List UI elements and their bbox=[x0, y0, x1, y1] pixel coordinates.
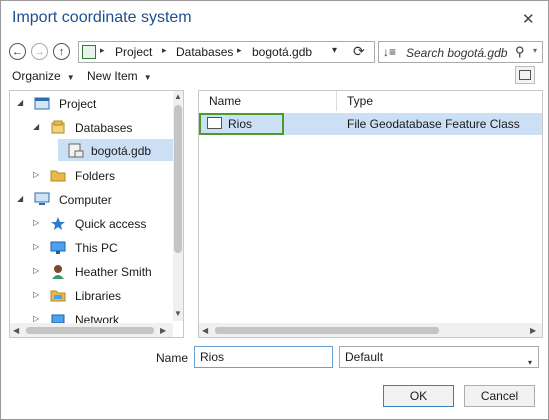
files-horizontal-scrollbar[interactable]: ◀ ▶ bbox=[199, 323, 542, 337]
search-input[interactable]: Search bogotá.gdb bbox=[406, 46, 507, 60]
file-type: File Geodatabase Feature Class bbox=[347, 117, 520, 131]
navigation-tree: ◢ Project ◢ Databases bogotá.gdb ▷ Folde… bbox=[9, 90, 184, 338]
chevron-down-icon[interactable]: ▾ bbox=[533, 46, 537, 55]
tree-item-bogota-gdb[interactable]: bogotá.gdb bbox=[58, 139, 173, 161]
tree-item-label: This PC bbox=[75, 241, 118, 255]
collapsed-arrow-icon[interactable]: ▷ bbox=[33, 218, 39, 227]
monitor-icon bbox=[50, 240, 66, 255]
scroll-down-icon[interactable]: ▼ bbox=[174, 309, 182, 318]
tree-item-label: Libraries bbox=[75, 289, 122, 303]
user-icon bbox=[50, 264, 66, 279]
file-name: Rios bbox=[228, 117, 253, 131]
tree-item-this-pc[interactable]: ▷ This PC bbox=[10, 237, 175, 259]
tree-item-label: Quick access bbox=[75, 217, 147, 231]
collapsed-arrow-icon[interactable]: ▷ bbox=[33, 170, 39, 179]
breadcrumb-project[interactable]: Project bbox=[115, 45, 152, 59]
project-icon bbox=[34, 96, 50, 111]
organize-menu[interactable]: Organize ▼ bbox=[12, 69, 75, 83]
caret-down-icon: ▼ bbox=[143, 73, 152, 82]
computer-icon bbox=[34, 192, 50, 207]
tree-horizontal-scrollbar[interactable]: ◀ ▶ bbox=[10, 323, 173, 337]
forward-arrow-icon[interactable]: → bbox=[31, 43, 48, 60]
libraries-icon bbox=[50, 288, 66, 303]
type-select[interactable]: Default ▾ bbox=[339, 346, 539, 368]
tree-item-folders[interactable]: ▷ Folders bbox=[10, 165, 175, 187]
scrollbar-thumb[interactable] bbox=[26, 327, 154, 334]
toolbar: Organize ▼ New Item ▼ bbox=[12, 66, 540, 87]
tree-item-computer[interactable]: ◢ Computer bbox=[10, 189, 175, 211]
type-select-value: Default bbox=[345, 350, 384, 364]
search-icon[interactable]: ⚲ bbox=[515, 44, 525, 60]
organize-label: Organize bbox=[12, 69, 61, 83]
scroll-right-icon[interactable]: ▶ bbox=[160, 326, 166, 335]
column-header-type[interactable]: Type bbox=[337, 91, 542, 111]
scroll-up-icon[interactable]: ▲ bbox=[174, 92, 182, 101]
collapsed-arrow-icon[interactable]: ▷ bbox=[33, 242, 39, 251]
expanded-arrow-icon[interactable]: ◢ bbox=[33, 122, 39, 131]
address-bar[interactable]: ▸ Project ▸ Databases ▸ bogotá.gdb ▾ bbox=[78, 41, 375, 63]
up-arrow-icon[interactable]: ↑ bbox=[53, 43, 70, 60]
chevron-down-icon[interactable]: ▾ bbox=[332, 45, 337, 56]
collapsed-arrow-icon[interactable]: ▷ bbox=[33, 266, 39, 275]
back-arrow-icon[interactable]: ← bbox=[9, 43, 26, 60]
chevron-right-icon[interactable]: ▸ bbox=[162, 45, 167, 56]
navigation-bar: ← → ↑ ▸ Project ▸ Databases ▸ bogotá.gdb… bbox=[9, 41, 543, 65]
cancel-button[interactable]: Cancel bbox=[464, 385, 535, 407]
sort-icon[interactable]: ↓≡ bbox=[383, 45, 396, 59]
scrollbar-thumb[interactable] bbox=[215, 327, 439, 334]
expanded-arrow-icon[interactable]: ◢ bbox=[17, 194, 23, 203]
dialog-title: Import coordinate system bbox=[12, 9, 192, 26]
expanded-arrow-icon[interactable]: ◢ bbox=[17, 98, 23, 107]
tree-item-label: Project bbox=[59, 97, 97, 111]
close-icon[interactable]: ✕ bbox=[522, 10, 535, 28]
column-header-name[interactable]: Name bbox=[199, 91, 337, 111]
tree-item-label: Databases bbox=[75, 121, 133, 135]
new-item-menu[interactable]: New Item ▼ bbox=[87, 69, 152, 83]
chevron-down-icon: ▾ bbox=[527, 358, 532, 367]
tree-item-label: Heather Smith bbox=[75, 265, 152, 279]
folder-icon bbox=[50, 168, 66, 183]
collapsed-arrow-icon[interactable]: ▷ bbox=[33, 314, 39, 323]
breadcrumb-bogota-gdb[interactable]: bogotá.gdb bbox=[252, 45, 312, 59]
chevron-right-icon[interactable]: ▸ bbox=[237, 45, 242, 56]
name-label: Name bbox=[156, 351, 189, 365]
tree-item-libraries[interactable]: ▷ Libraries bbox=[10, 285, 175, 307]
ok-button[interactable]: OK bbox=[383, 385, 454, 407]
tree-item-label: Folders bbox=[75, 169, 116, 183]
view-options-icon[interactable] bbox=[515, 66, 535, 84]
tree-vertical-scrollbar[interactable]: ▲ ▼ bbox=[173, 91, 183, 321]
star-icon bbox=[50, 216, 66, 231]
tree-item-heather-smith[interactable]: ▷ Heather Smith bbox=[10, 261, 175, 283]
name-field[interactable]: Rios bbox=[194, 346, 333, 368]
geodatabase-icon bbox=[68, 143, 84, 158]
refresh-icon[interactable]: ⟳ bbox=[353, 43, 365, 60]
scrollbar-thumb[interactable] bbox=[174, 105, 182, 253]
tree-item-project[interactable]: ◢ Project bbox=[10, 93, 175, 115]
feature-class-icon bbox=[207, 117, 222, 129]
tree-item-databases[interactable]: ◢ Databases bbox=[10, 117, 175, 139]
location-icon bbox=[82, 45, 96, 59]
new-item-label: New Item bbox=[87, 69, 138, 83]
import-coordinate-system-dialog: Import coordinate system ✕ ← → ↑ ▸ Proje… bbox=[0, 0, 549, 420]
scroll-right-icon[interactable]: ▶ bbox=[530, 326, 536, 335]
collapsed-arrow-icon[interactable]: ▷ bbox=[33, 290, 39, 299]
caret-down-icon: ▼ bbox=[66, 73, 75, 82]
tree-item-quick-access[interactable]: ▷ Quick access bbox=[10, 213, 175, 235]
tree-item-label: bogotá.gdb bbox=[91, 144, 152, 158]
scroll-left-icon[interactable]: ◀ bbox=[202, 326, 208, 335]
chevron-right-icon[interactable]: ▸ bbox=[100, 45, 105, 56]
file-list: Name Type Rios File Geodatabase Feature … bbox=[198, 90, 543, 338]
table-row[interactable]: Rios File Geodatabase Feature Class bbox=[199, 113, 542, 135]
search-box[interactable]: ↓≡ Search bogotá.gdb ⚲ ▾ bbox=[378, 41, 543, 63]
scroll-left-icon[interactable]: ◀ bbox=[13, 326, 19, 335]
breadcrumb-databases[interactable]: Databases bbox=[176, 45, 233, 59]
tree-item-label: Computer bbox=[59, 193, 112, 207]
databases-icon bbox=[50, 120, 66, 135]
